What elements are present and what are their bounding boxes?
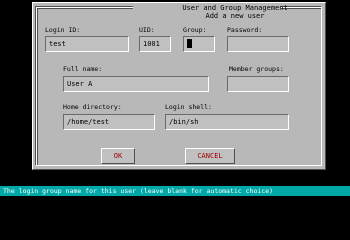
uid-label: UID: <box>139 26 155 34</box>
cancel-button[interactable]: CANCEL <box>185 148 235 164</box>
member-groups-label: Member groups: <box>229 65 284 73</box>
password-label: Password: <box>227 26 263 34</box>
text-cursor <box>187 38 192 48</box>
home-directory-field[interactable]: /home/test <box>63 114 155 130</box>
login-id-label: Login ID: <box>45 26 81 34</box>
ok-button[interactable]: OK <box>101 148 135 164</box>
login-shell-label: Login shell: <box>165 103 212 111</box>
home-directory-label: Home directory: <box>63 103 122 111</box>
full-name-field[interactable]: User A <box>63 76 209 92</box>
uid-field[interactable]: 1001 <box>139 36 171 52</box>
add-user-dialog: User and Group Management Add a new user… <box>32 2 326 170</box>
group-field[interactable] <box>183 36 215 52</box>
login-id-field[interactable]: test <box>45 36 129 52</box>
dialog-subtitle: Add a new user <box>205 12 265 20</box>
screen: User and Group Management Add a new user… <box>0 0 350 200</box>
group-label: Group: <box>183 26 207 34</box>
full-name-label: Full name: <box>63 65 103 73</box>
status-bar: The login group name for this user (leav… <box>0 186 350 196</box>
password-field[interactable] <box>227 36 289 52</box>
member-groups-field[interactable] <box>227 76 289 92</box>
login-shell-field[interactable]: /bin/sh <box>165 114 289 130</box>
